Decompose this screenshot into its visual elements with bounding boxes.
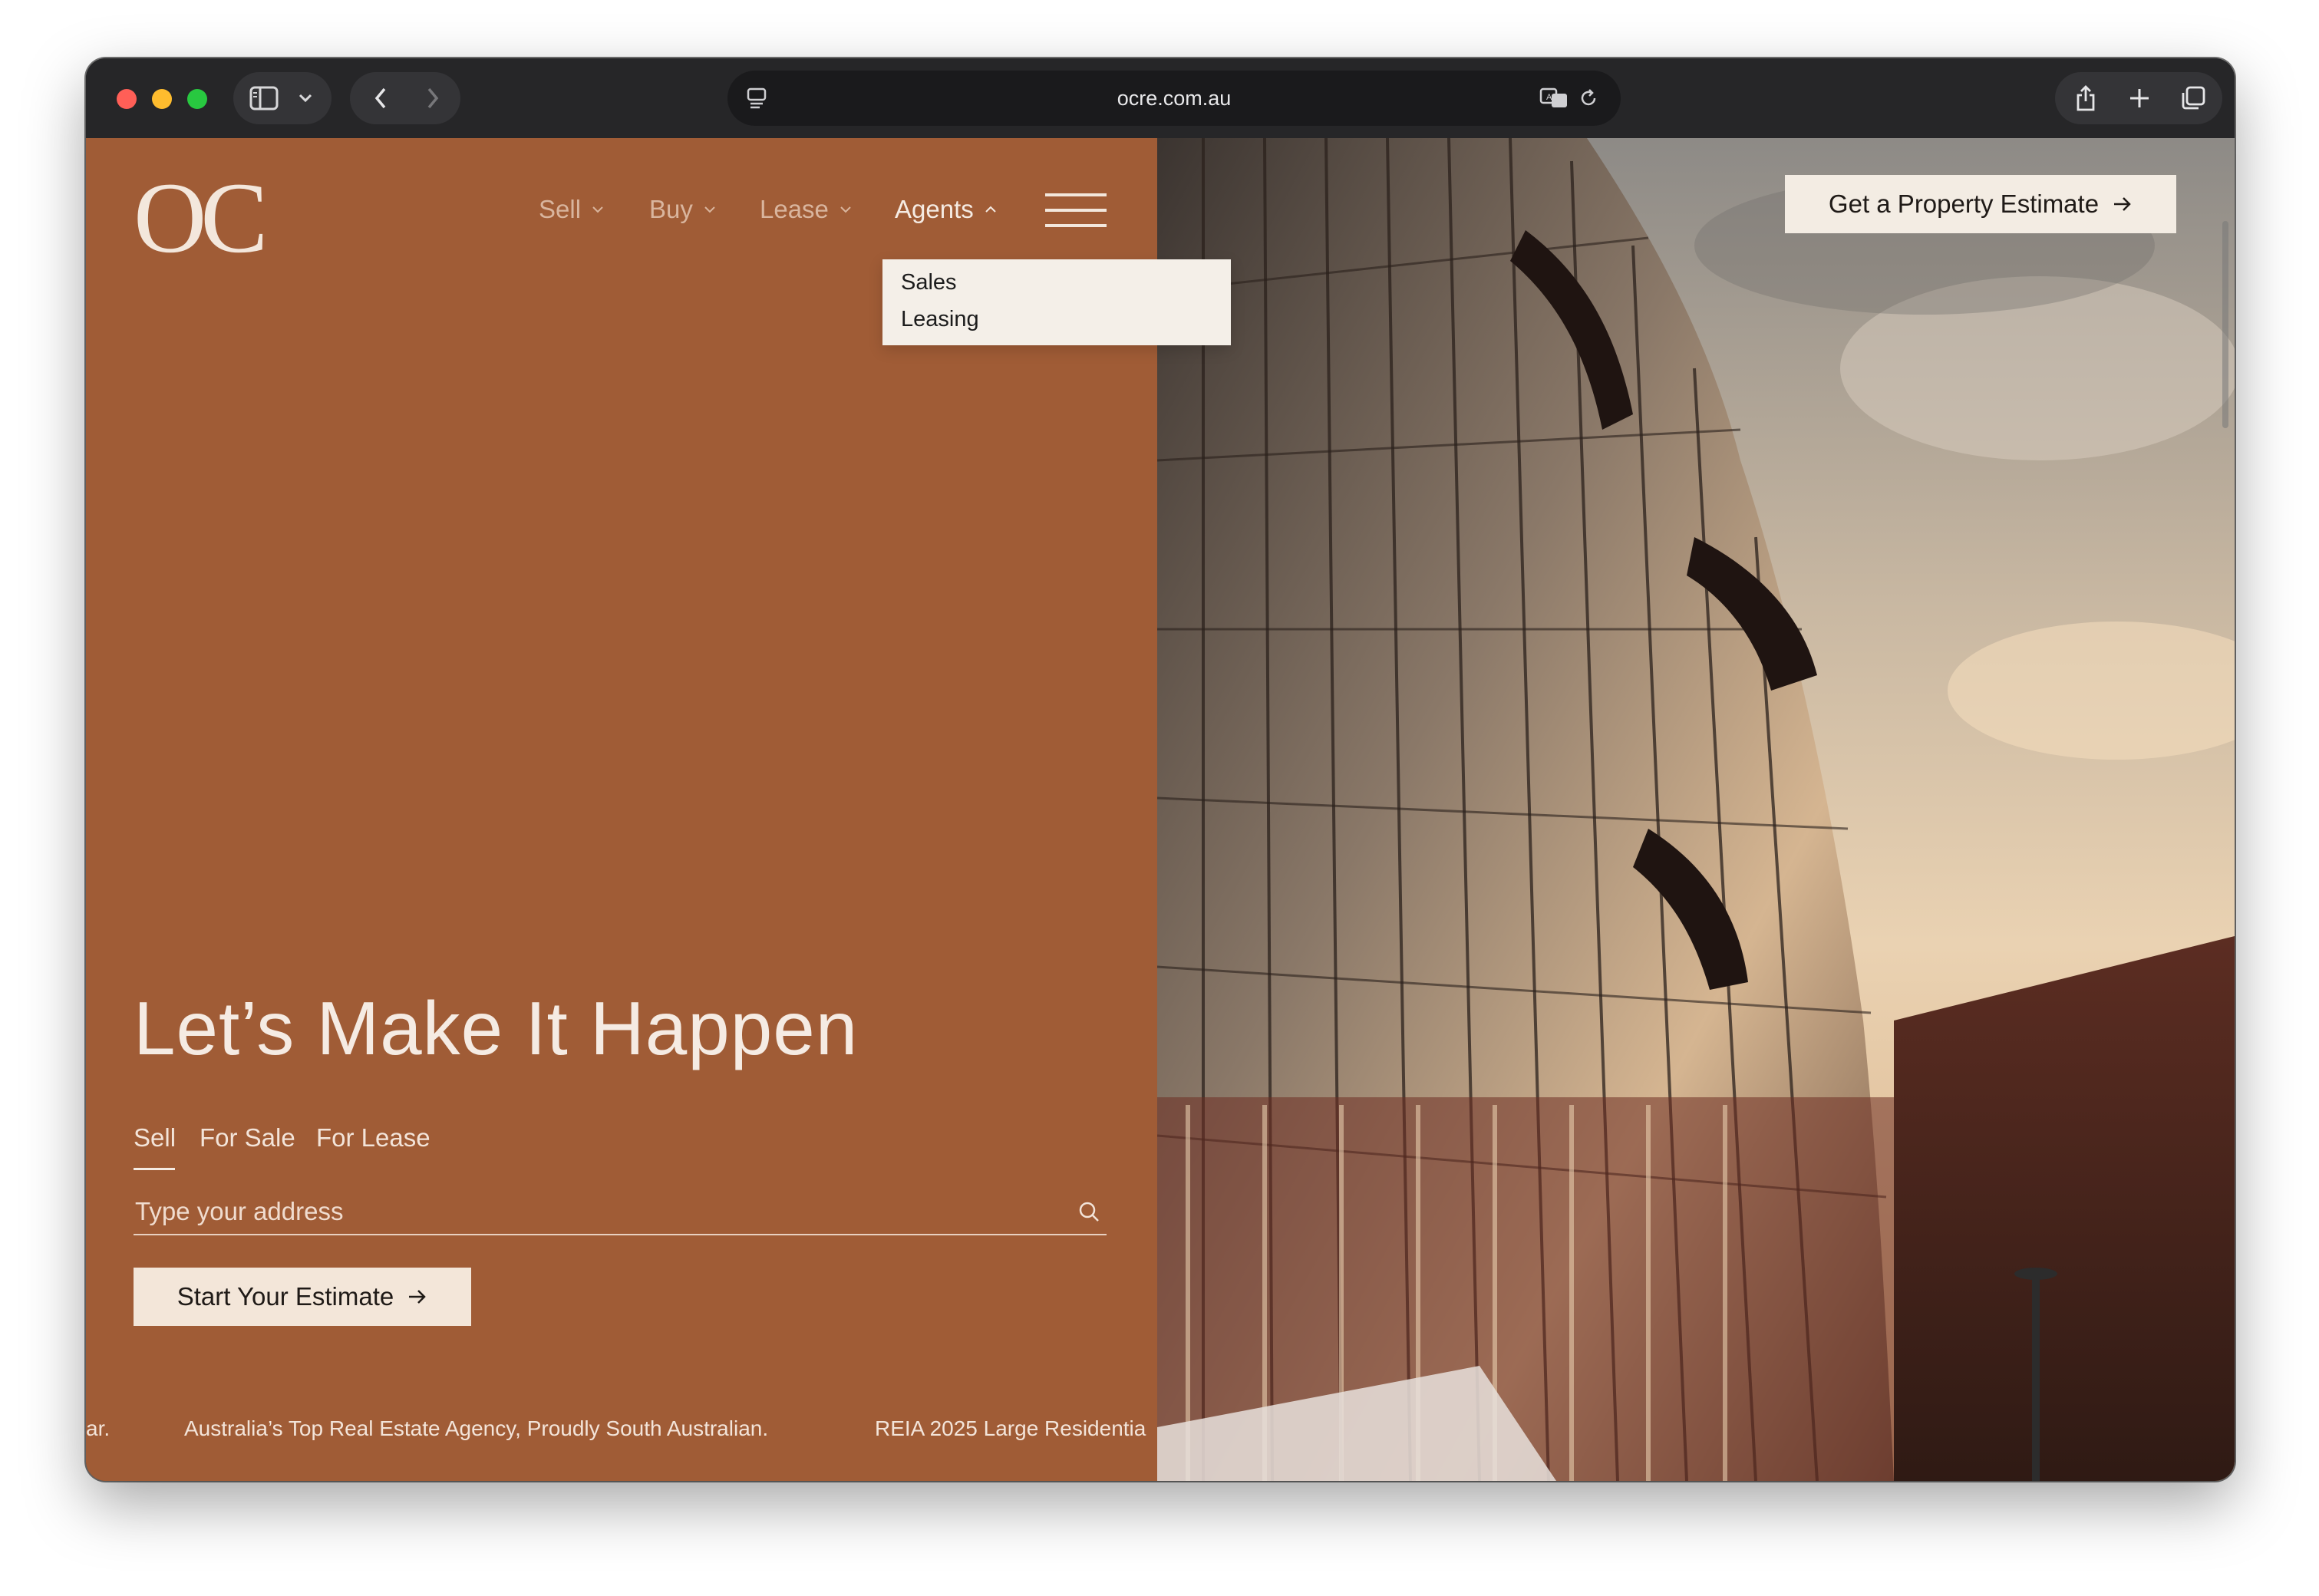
address-bar[interactable]: ocre.com.au A — [727, 71, 1621, 126]
browser-window: ocre.com.au A OC Sell Buy Lease Agents L… — [86, 58, 2235, 1481]
tab-overview-icon[interactable] — [2169, 72, 2218, 124]
ticker-item: ar. — [86, 1416, 111, 1440]
nav-agents[interactable]: Agents — [895, 195, 997, 224]
search-icon[interactable] — [1077, 1200, 1100, 1223]
address-input[interactable] — [134, 1189, 1042, 1234]
share-icon[interactable] — [2061, 72, 2110, 124]
chevron-down-icon — [592, 206, 603, 213]
webpage: OC Sell Buy Lease Agents Let’s Make It H… — [86, 138, 2235, 1481]
chevron-down-icon — [704, 206, 715, 213]
back-icon[interactable] — [356, 72, 405, 124]
new-tab-icon[interactable] — [2115, 72, 2164, 124]
active-tab-indicator — [134, 1168, 175, 1170]
arrow-right-icon — [2114, 197, 2131, 211]
agents-dropdown-menu: Sales Leasing — [882, 259, 1231, 345]
dropdown-item-leasing[interactable]: Leasing — [901, 307, 979, 332]
start-estimate-label: Start Your Estimate — [176, 1282, 394, 1311]
sidebar-icon[interactable] — [239, 72, 289, 124]
property-estimate-label: Get a Property Estimate — [1828, 190, 2100, 218]
tab-for-sale[interactable]: For Sale — [200, 1123, 295, 1152]
url-text: ocre.com.au — [1117, 87, 1232, 110]
forward-icon[interactable] — [408, 72, 457, 124]
ticker-item: Australia’s Top Real Estate Agency, Prou… — [184, 1416, 769, 1440]
dropdown-item-sales[interactable]: Sales — [901, 270, 957, 295]
chevron-down-icon[interactable] — [287, 72, 324, 124]
nav-sell[interactable]: Sell — [539, 195, 604, 224]
close-window-button[interactable] — [117, 89, 137, 109]
nav-lease-label: Lease — [760, 195, 829, 223]
nav-buy[interactable]: Buy — [649, 195, 716, 224]
property-estimate-button[interactable]: Get a Property Estimate — [1785, 175, 2176, 233]
page-scrollbar[interactable] — [2222, 221, 2228, 428]
ticker-item: REIA 2025 Large Residentia — [875, 1416, 1146, 1440]
awards-ticker: ar. Australia’s Top Real Estate Agency, … — [86, 1416, 1157, 1452]
zoom-window-button[interactable] — [187, 89, 207, 109]
hero-headline: Let’s Make It Happen — [134, 986, 859, 1070]
menu-hamburger-icon[interactable] — [1045, 193, 1107, 229]
reload-icon[interactable] — [1564, 72, 1613, 124]
browser-toolbar: ocre.com.au A — [86, 58, 2235, 140]
arrow-right-icon — [409, 1290, 427, 1304]
nav-buy-label: Buy — [649, 195, 693, 223]
nav-agents-label: Agents — [895, 195, 974, 223]
address-search — [134, 1189, 1107, 1235]
svg-text:A: A — [1546, 93, 1552, 102]
minimize-window-button[interactable] — [152, 89, 172, 109]
chevron-down-icon — [840, 206, 851, 213]
tab-sell[interactable]: Sell — [134, 1123, 176, 1152]
nav-sell-label: Sell — [539, 195, 582, 223]
hero-building-image — [1157, 138, 2235, 1481]
site-logo[interactable]: OC — [134, 167, 268, 269]
nav-lease[interactable]: Lease — [760, 195, 852, 224]
building-photo — [1157, 138, 2235, 1481]
tab-for-lease[interactable]: For Lease — [316, 1123, 430, 1152]
chevron-up-icon — [985, 206, 996, 213]
start-estimate-button[interactable]: Start Your Estimate — [134, 1268, 471, 1326]
